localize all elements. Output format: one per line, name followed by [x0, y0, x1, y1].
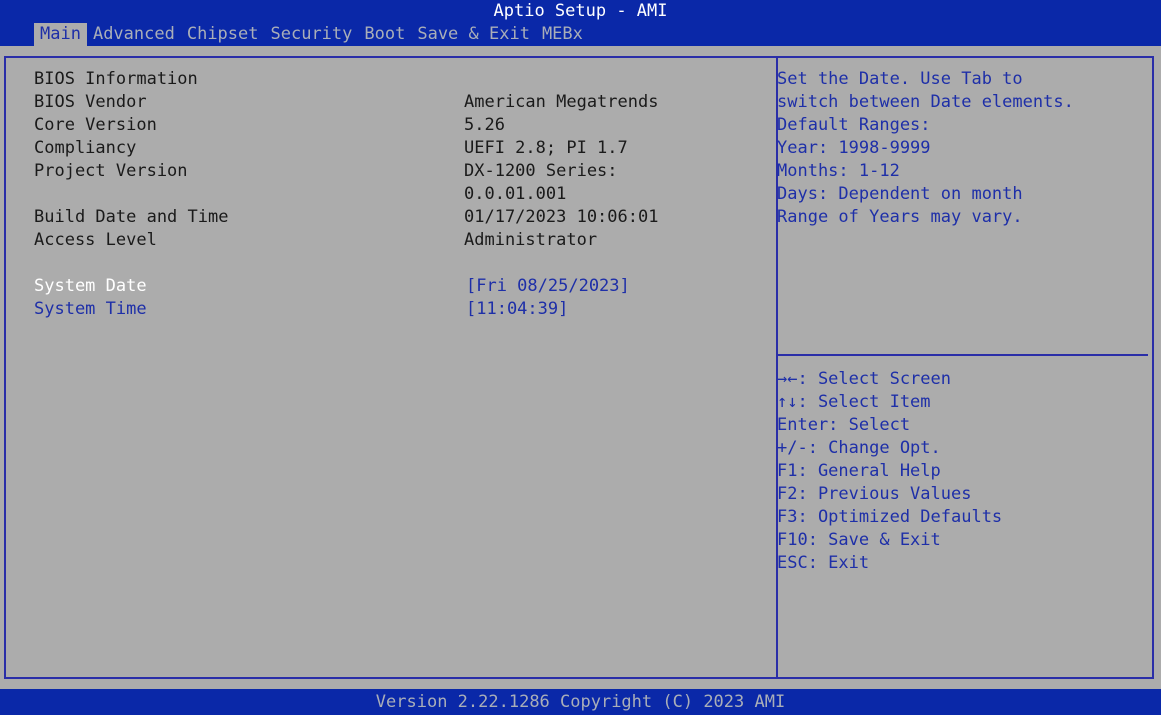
help-text-line: Set the Date. Use Tab to	[777, 69, 1023, 89]
help-keys-divider	[776, 354, 1148, 356]
version-copyright: Version 2.22.1286 Copyright (C) 2023 AMI	[375, 692, 786, 712]
access-level-label: Access Level	[34, 230, 157, 250]
key-hint-f10: F10: Save & Exit	[777, 530, 941, 550]
core-version-label: Core Version	[34, 115, 157, 135]
tab-boot[interactable]: Boot	[358, 23, 411, 46]
help-text-line: Range of Years may vary.	[777, 207, 1023, 227]
key-hint-change-opt: +/-: Change Opt.	[777, 438, 941, 458]
app-title: Aptio Setup - AMI	[493, 1, 668, 21]
compliancy-label: Compliancy	[34, 138, 137, 158]
help-text-line: switch between Date elements.	[777, 92, 1074, 112]
key-hint-select-item: ↑↓: Select Item	[777, 392, 931, 412]
build-date-label: Build Date and Time	[34, 207, 229, 227]
tab-advanced[interactable]: Advanced	[87, 23, 181, 46]
key-hint-f3: F3: Optimized Defaults	[777, 507, 1003, 527]
tab-security[interactable]: Security	[265, 23, 359, 46]
header-bar: Aptio Setup - AMI Main Advanced Chipset …	[0, 0, 1161, 46]
bios-information-heading: BIOS Information	[34, 69, 198, 89]
tab-mebx[interactable]: MEBx	[536, 23, 589, 46]
key-hint-enter: Enter: Select	[777, 415, 911, 435]
project-version-value-line2: 0.0.01.001	[464, 184, 567, 204]
help-text-line: Days: Dependent on month	[777, 184, 1023, 204]
system-date-field[interactable]: [Fri 08/25/2023]	[466, 275, 630, 298]
tab-save-exit[interactable]: Save & Exit	[411, 23, 536, 46]
main-panel: BIOS Information BIOS Vendor American Me…	[0, 46, 1161, 689]
bios-vendor-value: American Megatrends	[464, 92, 659, 112]
help-text-line: Default Ranges:	[777, 115, 931, 135]
tab-main[interactable]: Main	[34, 23, 87, 46]
key-hint-select-screen: →←: Select Screen	[777, 369, 951, 389]
core-version-value: 5.26	[464, 115, 505, 135]
key-hint-f1: F1: General Help	[777, 461, 941, 481]
project-version-label: Project Version	[34, 161, 188, 181]
compliancy-value: UEFI 2.8; PI 1.7	[464, 138, 628, 158]
system-date-label[interactable]: System Date	[34, 275, 147, 298]
system-time-field[interactable]: [11:04:39]	[466, 298, 568, 321]
project-version-value-line1: DX-1200 Series:	[464, 161, 618, 181]
help-text-line: Year: 1998-9999	[777, 138, 931, 158]
build-date-value: 01/17/2023 10:06:01	[464, 207, 659, 227]
access-level-value: Administrator	[464, 230, 598, 250]
key-hint-esc: ESC: Exit	[777, 553, 870, 573]
key-hint-f2: F2: Previous Values	[777, 484, 972, 504]
system-time-label[interactable]: System Time	[34, 298, 147, 321]
help-text-line: Months: 1-12	[777, 161, 900, 181]
tab-bar: Main Advanced Chipset Security Boot Save…	[34, 23, 589, 46]
bios-vendor-label: BIOS Vendor	[34, 92, 147, 112]
footer-bar: Version 2.22.1286 Copyright (C) 2023 AMI	[0, 689, 1161, 713]
tab-chipset[interactable]: Chipset	[181, 23, 265, 46]
